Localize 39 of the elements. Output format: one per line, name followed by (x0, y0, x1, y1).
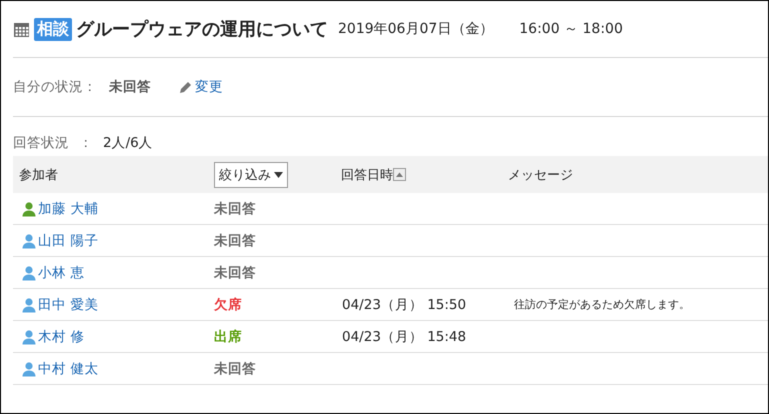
participant-link[interactable]: 中村 健太 (13, 360, 213, 378)
response-status: 未回答 (213, 360, 257, 378)
response-status: 未回答 (213, 232, 257, 250)
participant-link[interactable]: 小林 恵 (13, 264, 213, 282)
participant-link[interactable]: 加藤 大輔 (13, 200, 213, 218)
status-label: 自分の状況： (13, 78, 97, 96)
column-header: メッセージ (507, 166, 574, 184)
response-count-label: 回答状況 (13, 134, 69, 152)
person-icon (21, 200, 37, 216)
response-status: 欠席 (213, 296, 243, 314)
person-icon (21, 328, 37, 344)
status-value: 未回答 (109, 78, 151, 96)
column-header[interactable]: 回答日時 (341, 166, 393, 184)
event-time: 16:00 ～ 18:00 (519, 20, 623, 38)
answered-at: 04/23（月） 15:48 (341, 328, 468, 346)
calendar-icon (13, 20, 30, 38)
separator-text: ： (79, 134, 93, 152)
message-text: 往訪の予定があるため欠席します。 (513, 297, 691, 312)
answered-at: 04/23（月） 15:50 (341, 296, 468, 314)
person-icon (21, 232, 37, 248)
person-icon (21, 360, 37, 376)
response-count: 2人/6人 (103, 134, 153, 152)
person-icon (21, 264, 37, 280)
sort-icon[interactable] (393, 168, 406, 181)
event-date: 2019年06月07日（金） (338, 20, 494, 38)
change-link[interactable]: 変更 (195, 78, 223, 96)
filter-dropdown[interactable]: 絞り込み (214, 162, 288, 188)
column-header: 参加者 (18, 166, 59, 184)
response-status: 出席 (213, 328, 243, 346)
event-title: グループウェアの運用について (76, 18, 328, 41)
caret-icon (274, 172, 283, 178)
participant-link[interactable]: 木村 修 (13, 328, 213, 346)
participant-link[interactable]: 山田 陽子 (13, 232, 213, 250)
pencil-icon (179, 80, 193, 94)
response-status: 未回答 (213, 200, 257, 218)
participant-link[interactable]: 田中 愛美 (13, 296, 213, 314)
category-tag: 相談 (34, 18, 72, 40)
response-status: 未回答 (213, 264, 257, 282)
person-icon (21, 296, 37, 312)
